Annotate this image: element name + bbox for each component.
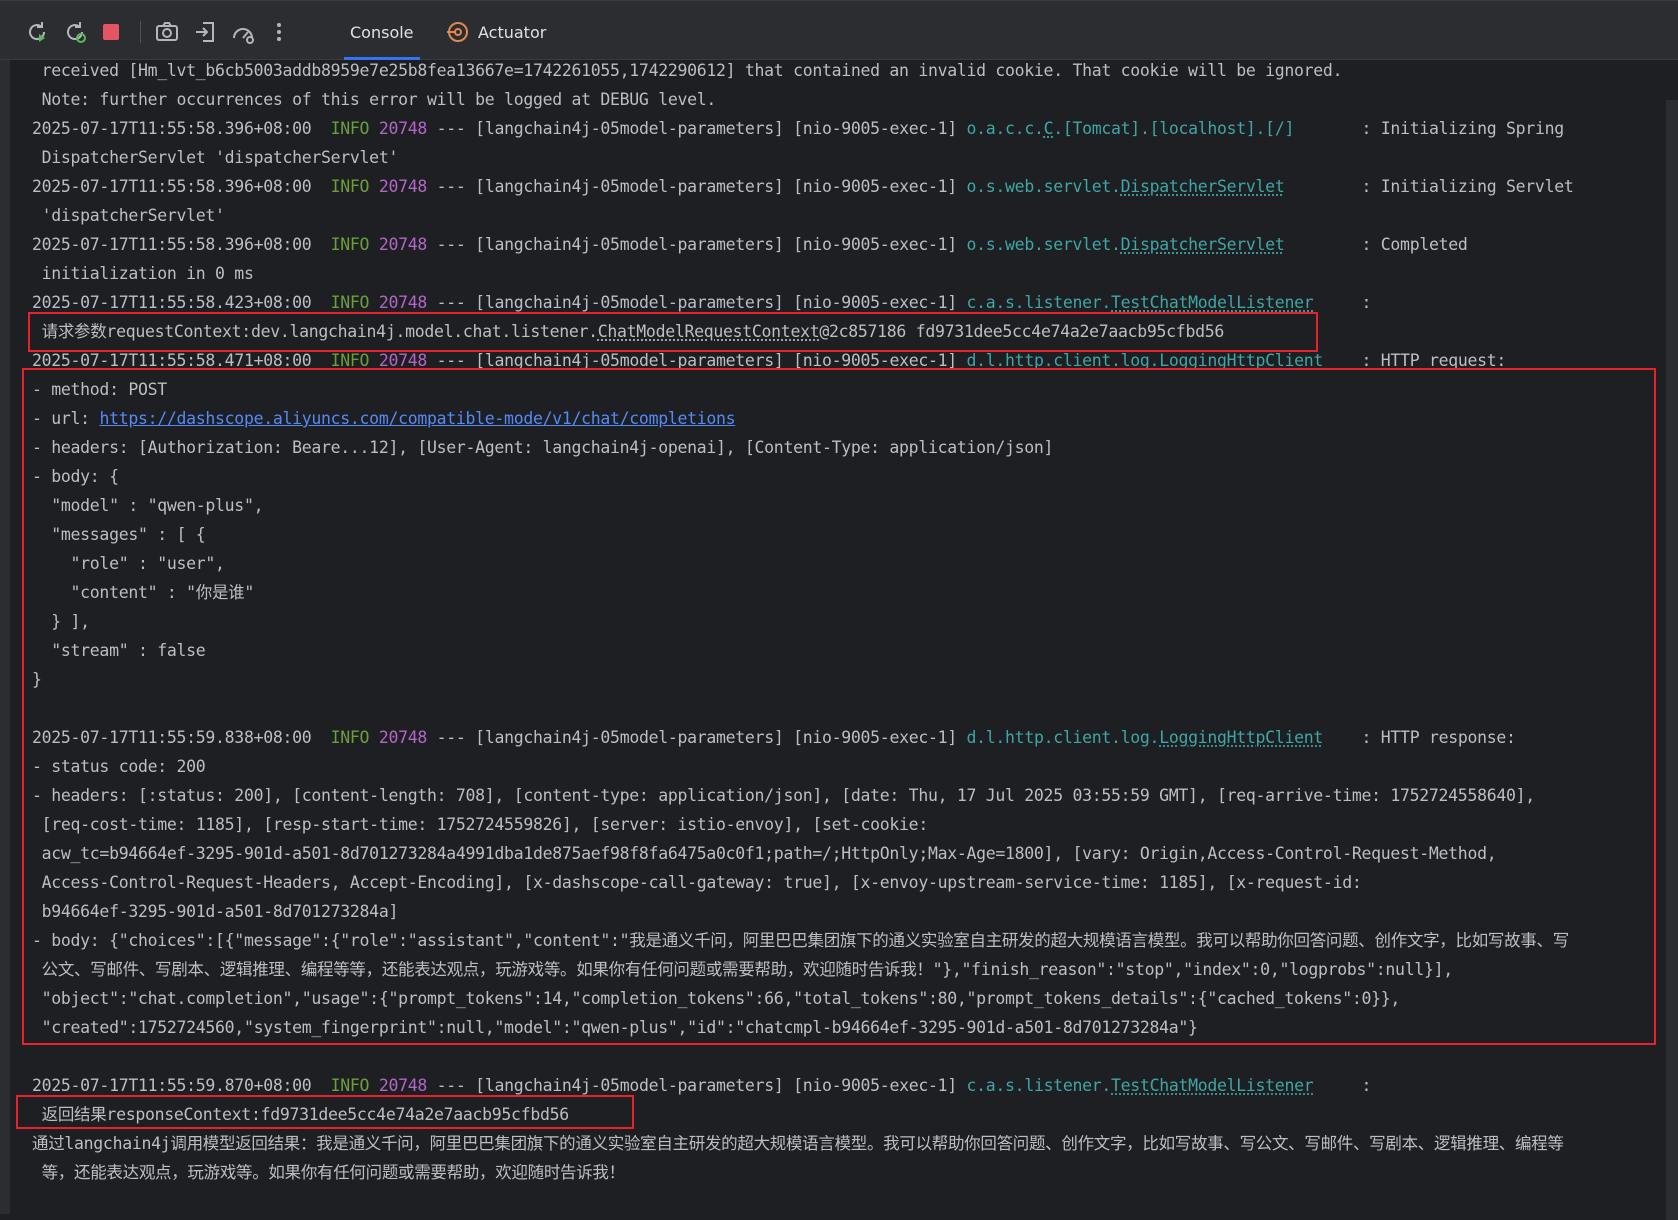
console-toolbar: Console Actuator [0,0,1678,60]
timestamp: 2025-07-17T11:55:58.396+08:00 [32,177,331,196]
timestamp: 2025-07-17T11:55:58.396+08:00 [32,119,331,138]
pid: 20748 [369,177,427,196]
rerun-failed-icon[interactable] [62,19,88,45]
log-entry: 2025-07-17T11:55:58.396+08:00 INFO 20748… [32,114,1564,143]
timestamp: 2025-07-17T11:55:58.396+08:00 [32,235,331,254]
pid: 20748 [369,235,427,254]
thread: --- [langchain4j-05model-parameters] [ni… [427,177,967,196]
logger-name: o.s.web.servlet.DispatcherServlet [967,177,1285,196]
log-message: : [1313,293,1380,312]
log-line: DispatcherServlet 'dispatcherServlet' [32,143,398,172]
log-level: INFO [331,293,370,312]
tab-console-label: Console [350,23,414,42]
logger-name: o.s.web.servlet.DispatcherServlet [967,235,1285,254]
log-entry: 2025-07-17T11:55:58.396+08:00 INFO 20748… [32,230,1468,259]
log-line: received [Hm_lvt_b6cb5003addb8959e7e25b8… [32,56,1342,85]
pid: 20748 [369,119,427,138]
login-icon[interactable] [192,19,218,45]
rerun-icon[interactable] [24,19,50,45]
highlight-response-context [16,1095,634,1129]
highlight-http-exchange [22,368,1656,1045]
camera-icon[interactable] [154,19,180,45]
log-level: INFO [331,235,370,254]
actuator-icon [446,20,470,44]
thread: --- [langchain4j-05model-parameters] [ni… [427,119,967,138]
logger-name: c.a.s.listener.TestChatModelListener [967,293,1314,312]
console-scrollbar[interactable] [1666,100,1678,1220]
tab-console[interactable]: Console [350,15,414,49]
tab-actuator-label: Actuator [478,23,546,42]
gauge-icon[interactable] [230,19,256,45]
log-level: INFO [331,177,370,196]
log-line: initialization in 0 ms [32,259,254,288]
pid: 20748 [369,293,427,312]
thread: --- [langchain4j-05model-parameters] [ni… [427,235,967,254]
more-icon[interactable] [266,19,292,45]
toolbar-separator [140,21,141,43]
log-message: : Initializing Spring [1294,119,1564,138]
thread: --- [langchain4j-05model-parameters] [ni… [427,293,967,312]
log-line: 通过langchain4j调用模型返回结果：我是通义千问，阿里巴巴集团旗下的通义… [32,1129,1564,1158]
log-level: INFO [331,119,370,138]
logger-name: c.a.s.listener.TestChatModelListener [967,1076,1314,1095]
log-line: 'dispatcherServlet' [32,201,225,230]
log-entry: 2025-07-17T11:55:58.396+08:00 INFO 20748… [32,172,1573,201]
tab-actuator[interactable]: Actuator [446,15,546,49]
thread: --- [langchain4j-05model-parameters] [ni… [427,1076,967,1095]
timestamp: 2025-07-17T11:55:58.423+08:00 [32,293,331,312]
log-line: Note: further occurrences of this error … [32,85,716,114]
log-level: INFO [331,1076,370,1095]
log-message: : [1313,1076,1371,1095]
pid: 20748 [369,1076,427,1095]
log-message: : Initializing Servlet [1284,177,1573,196]
logger-name: o.a.c.c.C.[Tomcat].[localhost].[/] [967,119,1295,138]
log-line: 等，还能表达观点，玩游戏等。如果你有任何问题或需要帮助，欢迎随时告诉我！ [32,1158,625,1187]
timestamp: 2025-07-17T11:55:59.870+08:00 [32,1076,331,1095]
stop-icon[interactable] [98,19,124,45]
log-message: : Completed [1284,235,1467,254]
